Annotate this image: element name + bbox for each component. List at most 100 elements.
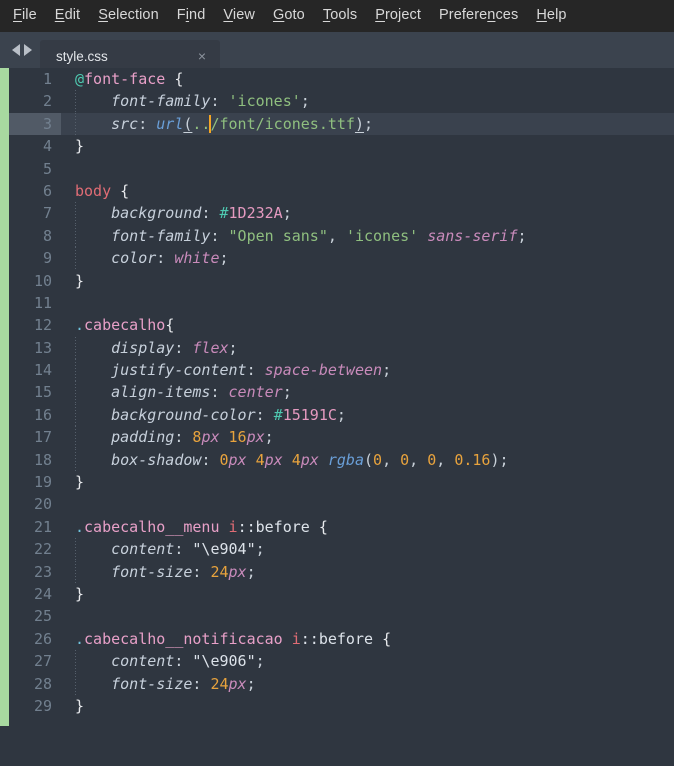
- line-number: 27: [33, 652, 52, 671]
- code-line[interactable]: 24 }: [9, 583, 674, 605]
- line-number: 17: [33, 428, 52, 447]
- line-content[interactable]: [61, 605, 674, 627]
- menu-item-selection[interactable]: Selection: [89, 5, 168, 27]
- line-content[interactable]: background: #1D232A;: [61, 202, 674, 225]
- nav-next-arrow-icon[interactable]: [24, 44, 32, 56]
- code-line[interactable]: 28 font-size: 24px;: [9, 672, 674, 695]
- line-content[interactable]: .cabecalho__notificacao i::before {: [61, 628, 674, 650]
- menu-label-tools: ools: [330, 7, 358, 24]
- menu-item-goto[interactable]: Goto: [264, 5, 314, 27]
- code-line[interactable]: 19 }: [9, 471, 674, 493]
- line-content[interactable]: font-size: 24px;: [61, 672, 674, 695]
- code-line[interactable]: 13 display: flex;: [9, 336, 674, 360]
- code-line[interactable]: 27 content: "\e906";: [9, 650, 674, 673]
- menu-item-find[interactable]: Find: [168, 5, 215, 27]
- line-content[interactable]: [61, 158, 674, 180]
- indent-guide: [75, 672, 76, 695]
- code-line[interactable]: 1 @font-face {: [9, 68, 674, 90]
- line-number: 6: [42, 181, 52, 200]
- line-number: 4: [42, 137, 52, 156]
- line-number: 15: [33, 383, 52, 402]
- code-line[interactable]: 20: [9, 493, 674, 515]
- code-line[interactable]: 25: [9, 605, 674, 627]
- code-line[interactable]: 5: [9, 158, 674, 180]
- line-content[interactable]: }: [61, 471, 674, 493]
- indent-guide: [75, 403, 76, 427]
- line-content[interactable]: content: "\e904";: [61, 538, 674, 561]
- editor-pane[interactable]: 1 @font-face { 2 font-family: 'icones'; …: [0, 68, 674, 766]
- code-area[interactable]: 1 @font-face { 2 font-family: 'icones'; …: [9, 68, 674, 766]
- code-line[interactable]: 9 color: white;: [9, 247, 674, 270]
- line-content[interactable]: display: flex;: [61, 336, 674, 360]
- menu-item-file[interactable]: File: [4, 5, 46, 27]
- code-line[interactable]: 12 .cabecalho{: [9, 314, 674, 336]
- close-icon[interactable]: ×: [198, 49, 206, 63]
- code-line[interactable]: 16 background-color: #15191C;: [9, 403, 674, 427]
- line-content[interactable]: .cabecalho__menu i::before {: [61, 516, 674, 538]
- line-content[interactable]: background-color: #15191C;: [61, 403, 674, 427]
- line-number: 24: [33, 584, 52, 603]
- code-line[interactable]: 18 box-shadow: 0px 4px 4px rgba(0, 0, 0,…: [9, 448, 674, 472]
- line-content[interactable]: content: "\e906";: [61, 650, 674, 673]
- line-number: 20: [33, 495, 52, 514]
- line-content[interactable]: body {: [61, 180, 674, 202]
- menu-item-project[interactable]: Project: [366, 5, 430, 27]
- line-number: 18: [33, 450, 52, 469]
- modified-marker-strip: [0, 68, 9, 726]
- menu-item-edit[interactable]: Edit: [46, 5, 89, 27]
- line-content[interactable]: padding: 8px 16px;: [61, 426, 674, 449]
- line-content[interactable]: justify-content: space-between;: [61, 359, 674, 382]
- line-content[interactable]: [61, 493, 674, 515]
- line-content[interactable]: font-size: 24px;: [61, 560, 674, 583]
- menu-item-tools[interactable]: Tools: [314, 5, 366, 27]
- indent-guide: [75, 538, 76, 561]
- line-content[interactable]: @font-face {: [61, 68, 674, 90]
- line-content[interactable]: font-family: 'icones';: [61, 90, 674, 113]
- menu-item-preferences[interactable]: Preferences: [430, 5, 527, 27]
- line-content[interactable]: }: [61, 583, 674, 605]
- line-content[interactable]: font-family: "Open sans", 'icones' sans-…: [61, 224, 674, 248]
- indent-guide: [75, 560, 76, 583]
- menu-pre-find: F: [176, 7, 186, 24]
- menu-label-view: iew: [232, 7, 255, 24]
- code-line[interactable]: 21 .cabecalho__menu i::before {: [9, 516, 674, 538]
- menu-mnemonic-edit: E: [54, 7, 65, 24]
- indent-guide: [75, 381, 76, 404]
- line-number: 19: [33, 473, 52, 492]
- code-line[interactable]: 26 .cabecalho__notificacao i::before {: [9, 628, 674, 650]
- code-line[interactable]: 17 padding: 8px 16px;: [9, 426, 674, 449]
- code-line[interactable]: 2 font-family: 'icones';: [9, 90, 674, 113]
- menu-item-view[interactable]: View: [214, 5, 264, 27]
- indent-guide: [75, 448, 76, 472]
- line-number: 5: [42, 159, 52, 178]
- code-line[interactable]: 23 font-size: 24px;: [9, 560, 674, 583]
- line-number: 29: [33, 696, 52, 715]
- line-content[interactable]: [61, 292, 674, 314]
- line-content[interactable]: align-items: center;: [61, 381, 674, 404]
- code-line[interactable]: 4 }: [9, 135, 674, 157]
- code-line[interactable]: 22 content: "\e904";: [9, 538, 674, 561]
- line-content[interactable]: }: [61, 270, 674, 292]
- menu-bar: File Edit Selection Find View Goto Tools…: [0, 0, 674, 32]
- indent-guide: [75, 224, 76, 248]
- code-line[interactable]: 7 background: #1D232A;: [9, 202, 674, 225]
- line-content[interactable]: box-shadow: 0px 4px 4px rgba(0, 0, 0, 0.…: [61, 448, 674, 472]
- code-line[interactable]: 29 }: [9, 695, 674, 717]
- code-line[interactable]: 14 justify-content: space-between;: [9, 359, 674, 382]
- code-line[interactable]: 8 font-family: "Open sans", 'icones' san…: [9, 224, 674, 248]
- code-line[interactable]: 10 }: [9, 270, 674, 292]
- line-number: 9: [42, 249, 52, 268]
- tab-title: style.css: [56, 48, 108, 64]
- code-line-active[interactable]: 3 src: url(../font/icones.ttf);: [9, 112, 674, 136]
- code-line[interactable]: 15 align-items: center;: [9, 381, 674, 404]
- code-line[interactable]: 6 body {: [9, 180, 674, 202]
- code-line[interactable]: 11: [9, 292, 674, 314]
- line-content[interactable]: .cabecalho{: [61, 314, 674, 336]
- menu-label-project: roject: [384, 7, 422, 24]
- menu-item-help[interactable]: Help: [527, 5, 575, 27]
- line-content[interactable]: color: white;: [61, 247, 674, 270]
- nav-prev-arrow-icon[interactable]: [12, 44, 20, 56]
- line-content[interactable]: }: [61, 695, 674, 717]
- line-content[interactable]: }: [61, 135, 674, 157]
- line-content[interactable]: src: url(../font/icones.ttf);: [61, 112, 674, 136]
